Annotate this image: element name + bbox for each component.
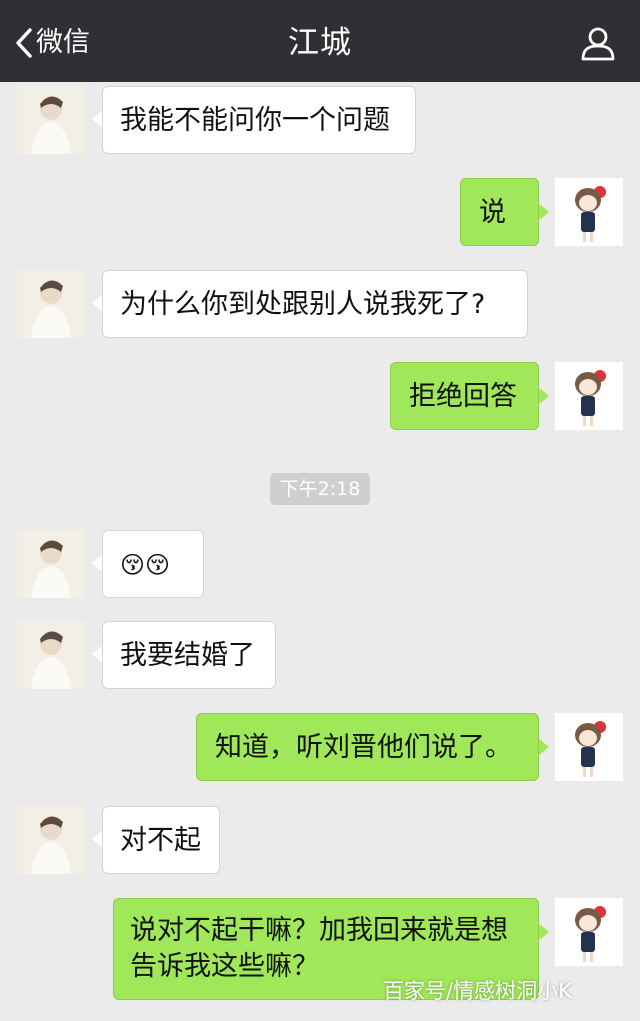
message-bubble[interactable]: 😚😚 [102,530,204,598]
watermark: 百家号/情感树洞小K [383,979,572,1003]
timestamp: 下午2:18 [270,473,370,505]
message-bubble[interactable]: 为什么你到处跟别人说我死了? [102,270,528,338]
contact-avatar[interactable] [17,621,85,689]
bubble-tail [538,738,549,756]
message-bubble[interactable]: 拒绝回答 [390,362,539,430]
contact-avatar[interactable] [17,86,85,154]
my-avatar[interactable] [555,362,623,430]
message-bubble[interactable]: 说 [460,178,539,246]
chat-title: 江城 [288,25,352,61]
my-avatar[interactable] [555,898,623,966]
bubble-tail [538,923,549,941]
message-bubble[interactable]: 知道，听刘晋他们说了。 [196,713,539,781]
my-avatar[interactable] [555,178,623,246]
my-avatar[interactable] [555,713,623,781]
nav-bar: 微信 江城 [0,0,640,82]
contact-avatar[interactable] [17,806,85,874]
bubble-tail [538,203,549,221]
message-bubble[interactable]: 我能不能问你一个问题 [102,86,416,154]
message-bubble[interactable]: 我要结婚了 [102,621,276,689]
contact-avatar[interactable] [17,270,85,338]
message-bubble[interactable]: 对不起 [102,806,220,874]
bubble-tail [538,387,549,405]
contact-avatar[interactable] [17,530,85,598]
person-icon[interactable] [578,26,618,62]
